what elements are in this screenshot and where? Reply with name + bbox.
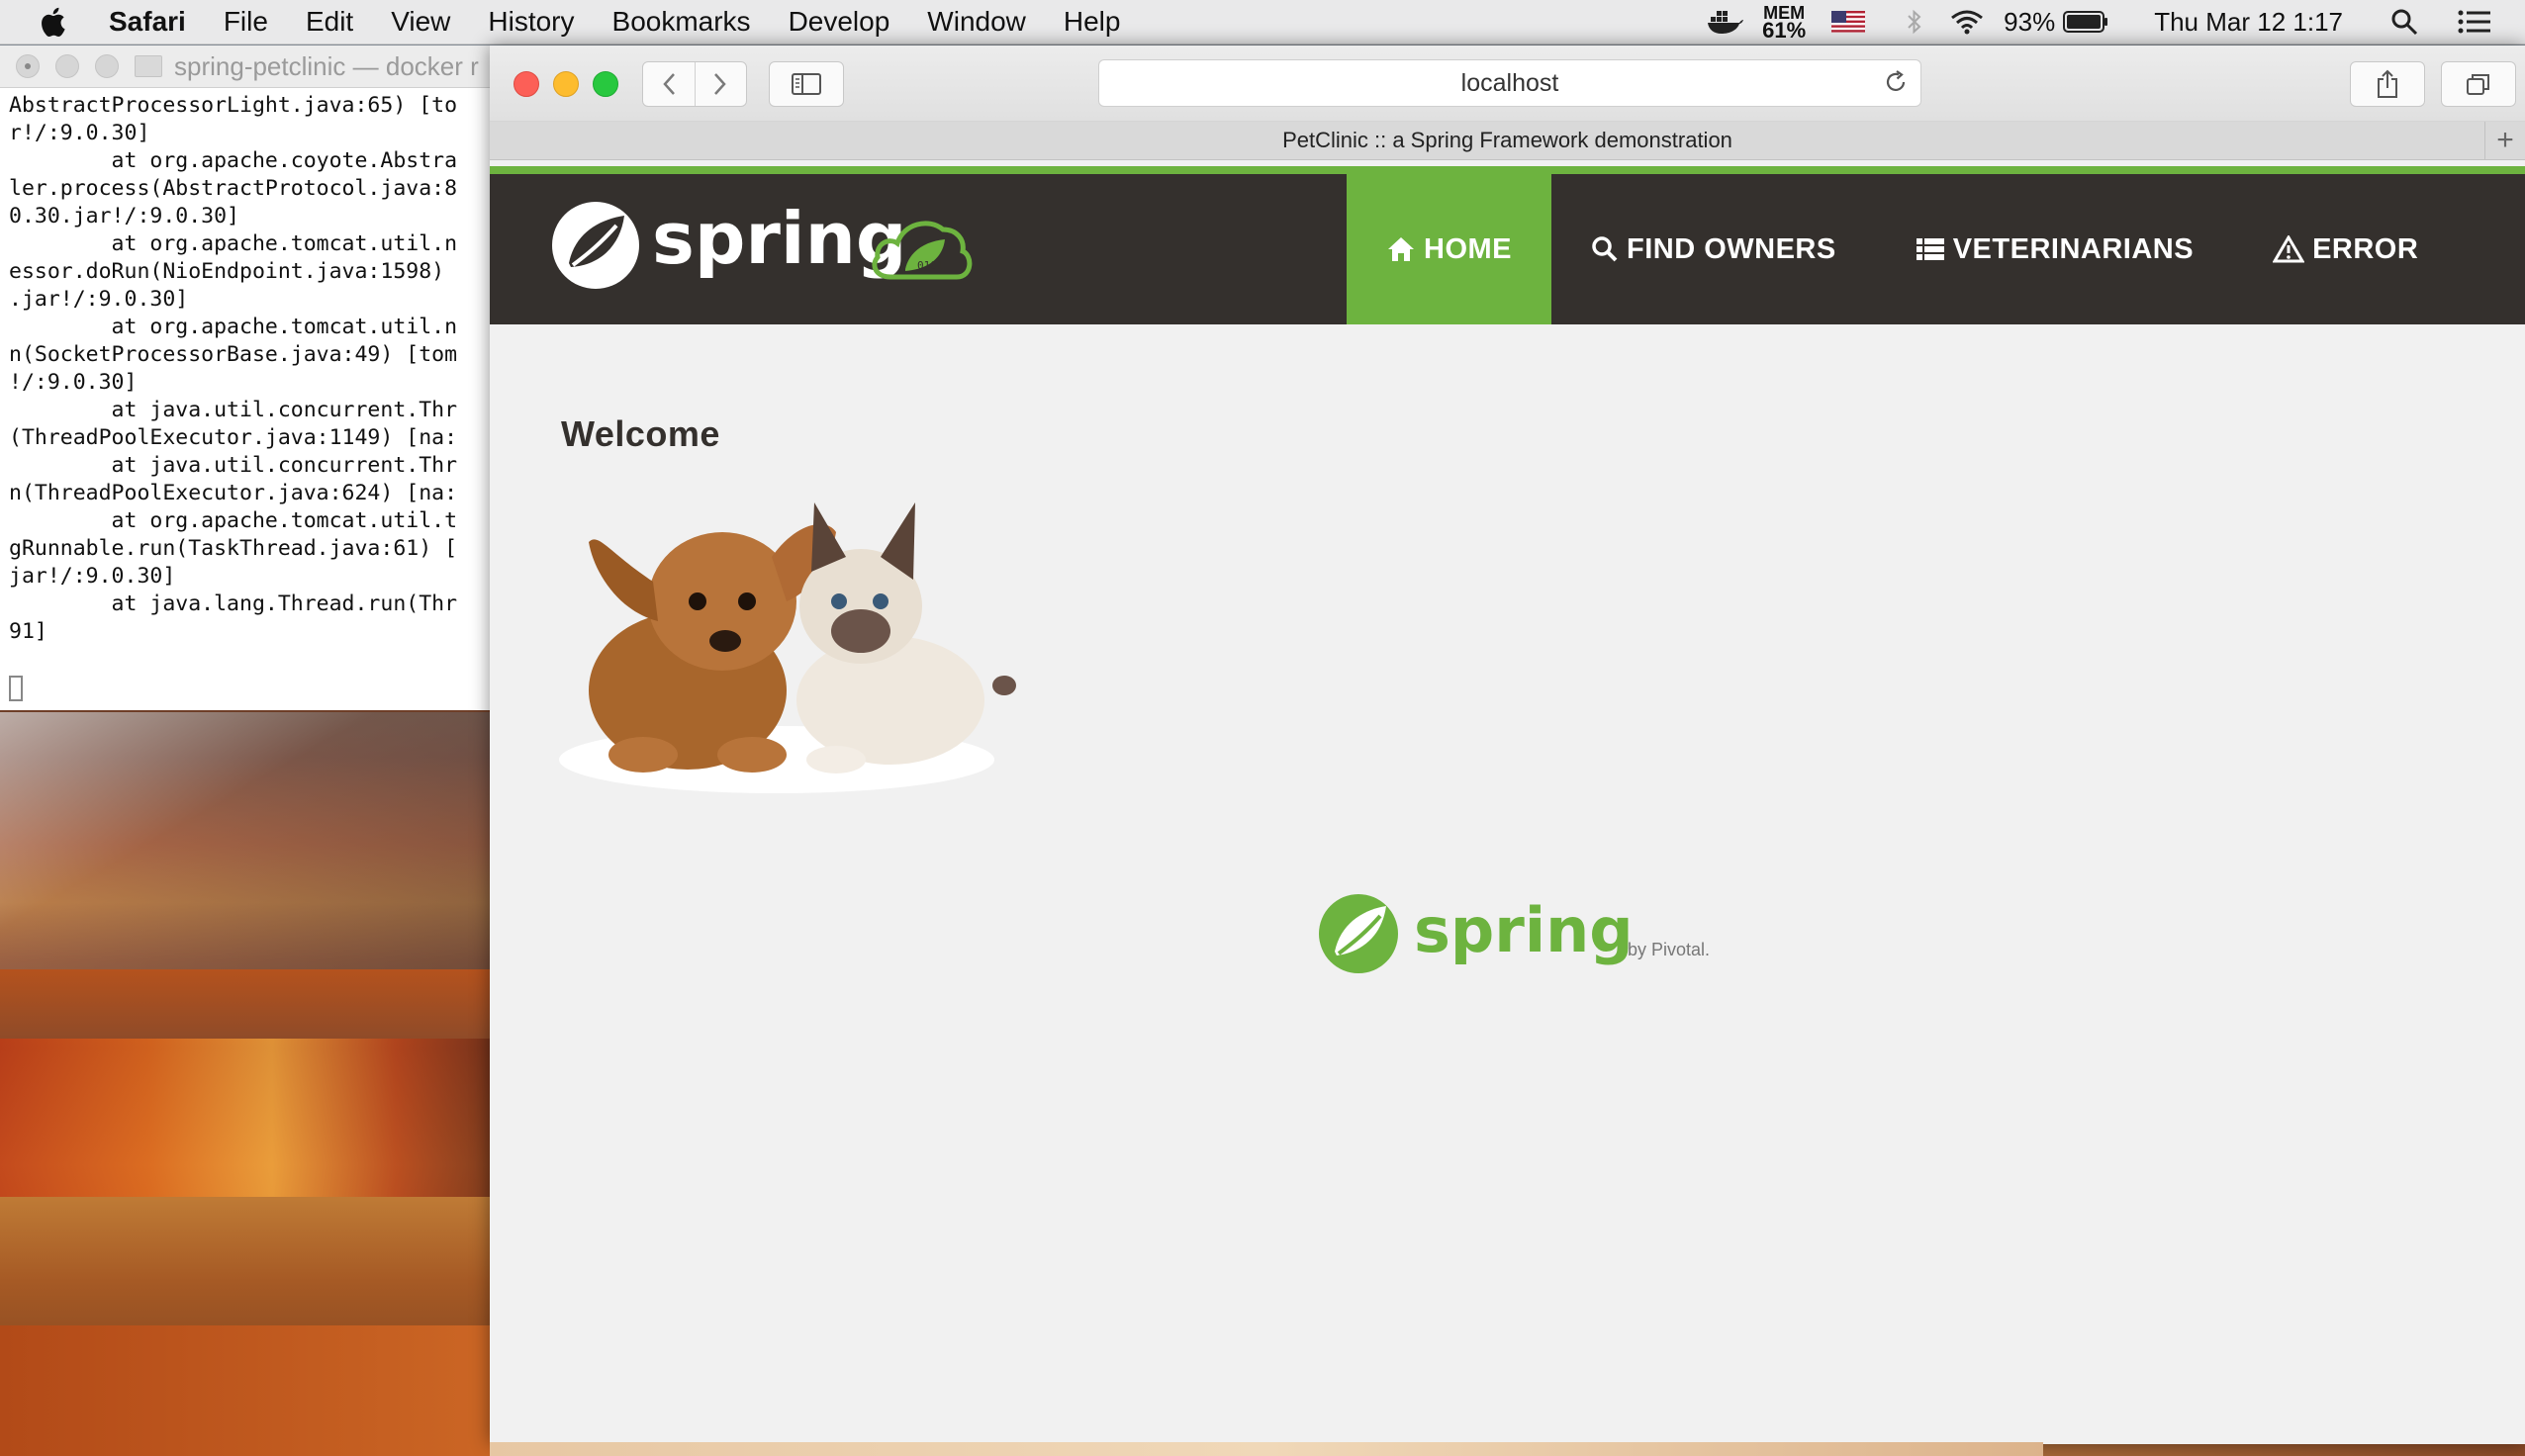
address-bar[interactable]: localhost [1098, 59, 1921, 107]
menu-file[interactable]: File [224, 6, 268, 38]
wallpaper-mountain [0, 712, 495, 969]
reload-icon[interactable] [1883, 69, 1909, 95]
nav-veterinarians[interactable]: VETERINARIANS [1876, 174, 2233, 324]
nav-error-label: ERROR [2312, 232, 2419, 265]
safari-toolbar: localhost [490, 46, 2525, 122]
show-all-tabs-button[interactable] [2441, 61, 2516, 107]
spring-by-pivotal-logo: spring by Pivotal. [1319, 886, 1715, 990]
back-forward-group [642, 61, 747, 107]
chevron-right-icon [714, 73, 726, 95]
terminal-titlebar[interactable]: spring-petclinic — docker r [0, 46, 514, 88]
tab-petclinic[interactable]: PetClinic :: a Spring Framework demonstr… [1282, 128, 1732, 153]
spotlight-search-icon[interactable] [2390, 8, 2418, 36]
window-reflection-strip [490, 1442, 2043, 1456]
window-minimize-button[interactable] [553, 71, 579, 97]
spring-brand-logo[interactable]: spring 0101 [549, 194, 1004, 308]
spring-footer-graphic: spring by Pivotal. [1319, 894, 1710, 973]
terminal-close-button[interactable] [16, 54, 40, 78]
mem-value: 61% [1762, 18, 1807, 43]
tabs-overview-icon [2467, 74, 2489, 95]
footer-brand-text: spring [1414, 894, 1634, 966]
terminal-output[interactable]: AbstractProcessorLight.java:65) [to r!/:… [0, 88, 514, 646]
bluetooth-icon[interactable] [1907, 8, 1922, 36]
menu-bookmarks[interactable]: Bookmarks [612, 6, 751, 38]
menu-history[interactable]: History [488, 6, 574, 38]
menu-view[interactable]: View [391, 6, 450, 38]
spring-logo-graphic: spring 0101 [552, 197, 973, 289]
notification-center-icon[interactable] [2458, 9, 2491, 35]
nav-find-owners-label: FIND OWNERS [1627, 232, 1836, 265]
menu-window[interactable]: Window [927, 6, 1026, 38]
sidebar-icon [792, 73, 821, 95]
warning-icon [2273, 235, 2305, 263]
nav-home[interactable]: HOME [1347, 174, 1551, 324]
menu-clock[interactable]: Thu Mar 12 1:17 [2154, 7, 2343, 38]
main-nav: HOME FIND OWNERS VETERINARIANS ERROR [1347, 174, 2458, 324]
battery-icon[interactable] [2063, 11, 2108, 33]
logo-binary-tag: 0101 [917, 259, 944, 272]
window-close-button[interactable] [514, 71, 539, 97]
folder-icon [135, 55, 162, 77]
nav-veterinarians-label: VETERINARIANS [1952, 232, 2195, 265]
menu-app-name[interactable]: Safari [109, 6, 186, 38]
new-tab-button[interactable]: + [2484, 122, 2525, 159]
battery-percent[interactable]: 93% [2004, 7, 2055, 38]
terminal-cursor [9, 676, 23, 701]
terminal-title: spring-petclinic — docker r [174, 50, 479, 81]
us-flag-icon[interactable] [1831, 11, 1866, 33]
chevron-left-icon [663, 73, 675, 95]
menu-bar: Safari File Edit View History Bookmarks … [0, 0, 2525, 45]
nav-home-label: HOME [1424, 232, 1512, 265]
window-zoom-button[interactable] [593, 71, 618, 97]
tab-bar: PetClinic :: a Spring Framework demonstr… [490, 122, 2525, 160]
footer-by-pivotal-text: by Pivotal. [1628, 940, 1710, 959]
safari-window[interactable]: localhost PetClinic :: a Spring Framewor… [490, 46, 2525, 1444]
web-page: spring 0101 HOME FIND OWNERS VETERINARIA… [490, 166, 2525, 1444]
menu-edit[interactable]: Edit [306, 6, 353, 38]
share-icon [2378, 69, 2397, 98]
pets-image [559, 502, 1016, 793]
navbar-green-strip [490, 166, 2525, 174]
url-text: localhost [1460, 68, 1559, 97]
list-icon [1916, 238, 1944, 260]
terminal-minimize-button[interactable] [55, 54, 79, 78]
home-icon [1388, 237, 1414, 261]
nav-find-owners[interactable]: FIND OWNERS [1551, 174, 1876, 324]
memory-status[interactable]: MEM 61% [1762, 4, 1807, 43]
terminal-window[interactable]: spring-petclinic — docker r AbstractProc… [0, 46, 515, 710]
search-icon [1592, 236, 1618, 262]
menu-help[interactable]: Help [1064, 6, 1121, 38]
docker-icon[interactable] [1707, 9, 1744, 35]
back-button[interactable] [643, 62, 695, 106]
forward-button[interactable] [694, 62, 747, 106]
nav-error[interactable]: ERROR [2233, 174, 2458, 324]
wallpaper-autumn-trees [0, 1039, 495, 1197]
sidebar-toggle-button[interactable] [769, 61, 844, 107]
share-button[interactable] [2350, 61, 2425, 107]
menu-develop[interactable]: Develop [789, 6, 890, 38]
petclinic-navbar: spring 0101 HOME FIND OWNERS VETERINARIA… [490, 174, 2525, 324]
terminal-zoom-button[interactable] [95, 54, 119, 78]
wifi-icon[interactable] [1950, 9, 1984, 35]
apple-menu-icon[interactable] [40, 7, 65, 37]
page-title: Welcome [561, 413, 720, 454]
brand-text: spring [652, 197, 906, 280]
